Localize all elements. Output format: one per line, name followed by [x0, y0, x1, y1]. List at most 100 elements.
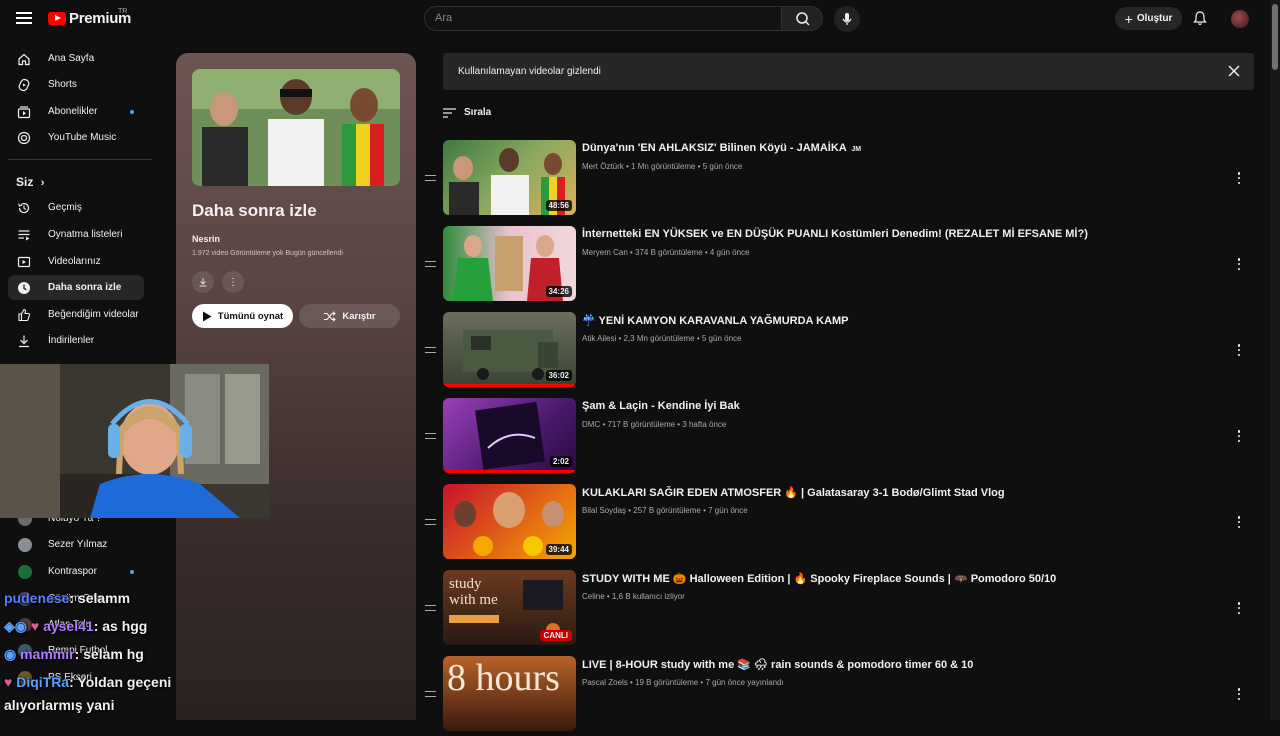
playlist-video-row[interactable]: 48:56 Dünya'nın 'EN AHLAKSIZ' Bilinen Kö… [422, 140, 1254, 220]
sidebar-item-downloads[interactable]: İndirilenler [8, 328, 144, 353]
sidebar-item-subscription[interactable]: Sezer Yılmaz [8, 532, 144, 557]
chat-username: DiqiTRa [16, 674, 70, 690]
play-all-button[interactable]: Tümünü oynat [192, 304, 293, 328]
drag-handle-icon[interactable] [425, 261, 436, 267]
video-title[interactable]: LIVE | 8-HOUR study with me 📚 🌧 rain sou… [582, 658, 973, 671]
sidebar-item-youtube-music[interactable]: YouTube Music [8, 125, 144, 150]
shuffle-button[interactable]: Karıştır [299, 304, 400, 328]
more-actions-button[interactable]: ⋮ [222, 271, 244, 293]
drag-handle-icon[interactable] [425, 691, 436, 697]
bell-icon [1193, 11, 1207, 26]
drag-handle-icon[interactable] [425, 175, 436, 181]
playlist-video-row[interactable]: 2:02 Şam & Laçin - Kendine İyi Bak DMC •… [422, 398, 1254, 478]
video-thumbnail[interactable]: 34:26 [443, 226, 576, 301]
sidebar-item-subscription[interactable]: Kontraspor [8, 559, 144, 584]
top-bar: Premium TR Ara + Oluştur [0, 0, 1280, 38]
your-videos-icon [17, 255, 31, 269]
page-scrollbar[interactable] [1270, 0, 1280, 720]
video-thumbnail[interactable]: 2:02 [443, 398, 576, 473]
download-icon [199, 278, 207, 287]
video-thumbnail[interactable]: study with me CANLI [443, 570, 576, 645]
close-icon[interactable] [1226, 63, 1242, 79]
sidebar-item-watch-later[interactable]: Daha sonra izle [8, 275, 144, 300]
download-playlist-button[interactable] [192, 271, 214, 293]
chat-username: aysel41 [43, 618, 94, 634]
chat-badge-icon: ♥ [4, 674, 13, 690]
sidebar-item-home[interactable]: Ana Sayfa [8, 46, 144, 71]
video-title[interactable]: Dünya'nın 'EN AHLAKSIZ' Bilinen Köyü - J… [582, 142, 861, 154]
hidden-videos-notice: Kullanılamayan videolar gizlendi [443, 53, 1254, 90]
thumbnail-text: 8 hours [447, 657, 560, 699]
more-vert-icon[interactable] [1237, 430, 1241, 442]
chevron-right-icon: › [40, 177, 45, 189]
playlist-owner[interactable]: Nesrin [192, 234, 220, 244]
sidebar-item-subscriptions[interactable]: Abonelikler [8, 99, 144, 124]
video-title[interactable]: İnternetteki EN YÜKSEK ve EN DÜŞÜK PUANL… [582, 228, 1088, 240]
playlist-video-row[interactable]: 36:02 ☔ YENİ KAMYON KARAVANLA YAĞMURDA K… [422, 312, 1254, 392]
video-title[interactable]: STUDY WITH ME 🎃 Halloween Edition | 🔥 Sp… [582, 572, 1056, 585]
video-title[interactable]: Şam & Laçin - Kendine İyi Bak [582, 400, 740, 412]
create-button[interactable]: + Oluştur [1115, 7, 1182, 30]
logo-region: TR [118, 8, 128, 15]
sort-button[interactable]: Sırala [443, 107, 491, 118]
more-vert-icon[interactable] [1237, 516, 1241, 528]
notifications-button[interactable] [1193, 11, 1207, 31]
sort-label: Sırala [464, 107, 492, 118]
playlist-video-row[interactable]: 39:44 KULAKLARI SAĞIR EDEN ATMOSFER 🔥 | … [422, 484, 1254, 564]
playlist-video-row[interactable]: 8 hours LIVE | 8-HOUR study with me 📚 🌧 … [422, 656, 1254, 736]
search-input[interactable]: Ara [424, 6, 782, 31]
sidebar-item-label: Sezer Yılmaz [48, 539, 108, 550]
drag-handle-icon[interactable] [425, 347, 436, 353]
chat-message: ◈◉ ♥ aysel41: as hgg [4, 618, 147, 635]
video-title[interactable]: KULAKLARI SAĞIR EDEN ATMOSFER 🔥 | Galata… [582, 486, 1005, 499]
sidebar-item-shorts[interactable]: Shorts [8, 72, 144, 97]
sidebar-item-history[interactable]: Geçmiş [8, 195, 144, 220]
menu-icon[interactable] [16, 12, 32, 24]
download-icon [17, 334, 31, 348]
you-section-heading[interactable]: Siz › [16, 175, 44, 189]
video-title-text: Dünya'nın 'EN AHLAKSIZ' Bilinen Köyü - J… [582, 142, 847, 154]
video-meta: Mert Öztürk • 1 Mn görüntüleme • 5 gün ö… [582, 162, 743, 171]
sidebar-item-playlists[interactable]: Oynatma listeleri [8, 222, 144, 247]
account-avatar[interactable] [1231, 10, 1249, 28]
mic-button[interactable] [834, 6, 860, 32]
drag-handle-icon[interactable] [425, 605, 436, 611]
more-vert-icon[interactable] [1237, 602, 1241, 614]
video-thumbnail[interactable]: 48:56 [443, 140, 576, 215]
webcam-overlay [0, 364, 269, 518]
video-title[interactable]: ☔ YENİ KAMYON KARAVANLA YAĞMURDA KAMP [582, 314, 849, 327]
more-vert-icon[interactable] [1237, 172, 1241, 184]
more-vert-icon[interactable] [1237, 688, 1241, 700]
playlist-video-row[interactable]: study with me CANLI STUDY WITH ME 🎃 Hallo… [422, 570, 1254, 650]
drag-handle-icon[interactable] [425, 433, 436, 439]
chat-text: : as hgg [93, 618, 148, 634]
scrollbar-thumb[interactable] [1272, 4, 1278, 70]
video-meta: Atik Ailesi • 2,3 Mn görüntüleme • 5 gün… [582, 334, 742, 343]
shuffle-icon [324, 310, 337, 322]
webcam-image [0, 364, 269, 518]
video-thumbnail[interactable]: 36:02 [443, 312, 576, 387]
drag-handle-icon[interactable] [425, 519, 436, 525]
video-duration: 36:02 [545, 370, 572, 381]
playlist-thumbnail[interactable] [192, 69, 400, 186]
watch-progress-bar [443, 384, 576, 387]
sidebar-item-label: Abonelikler [48, 106, 98, 117]
play-icon [202, 311, 212, 321]
sidebar-item-label: Daha sonra izle [48, 282, 122, 293]
playlists-icon [17, 228, 31, 242]
video-duration: 39:44 [545, 544, 572, 555]
more-vert-icon[interactable] [1237, 258, 1241, 270]
you-heading-label: Siz [16, 175, 34, 189]
mic-icon [842, 13, 852, 25]
video-thumbnail[interactable]: 39:44 [443, 484, 576, 559]
more-vert-icon[interactable] [1237, 344, 1241, 356]
sidebar-item-your-videos[interactable]: Videolarınız [8, 249, 144, 274]
playlist-video-row[interactable]: 34:26 İnternetteki EN YÜKSEK ve EN DÜŞÜK… [422, 226, 1254, 306]
search-button[interactable] [781, 6, 823, 31]
sort-icon [443, 107, 456, 118]
sidebar-item-liked-videos[interactable]: Beğendiğim videolar [8, 302, 144, 327]
sidebar-item-label: YouTube Music [48, 132, 117, 143]
more-vert-icon: ⋮ [228, 276, 238, 288]
watch-later-icon [17, 281, 31, 295]
sidebar-item-label: Ana Sayfa [48, 53, 95, 64]
